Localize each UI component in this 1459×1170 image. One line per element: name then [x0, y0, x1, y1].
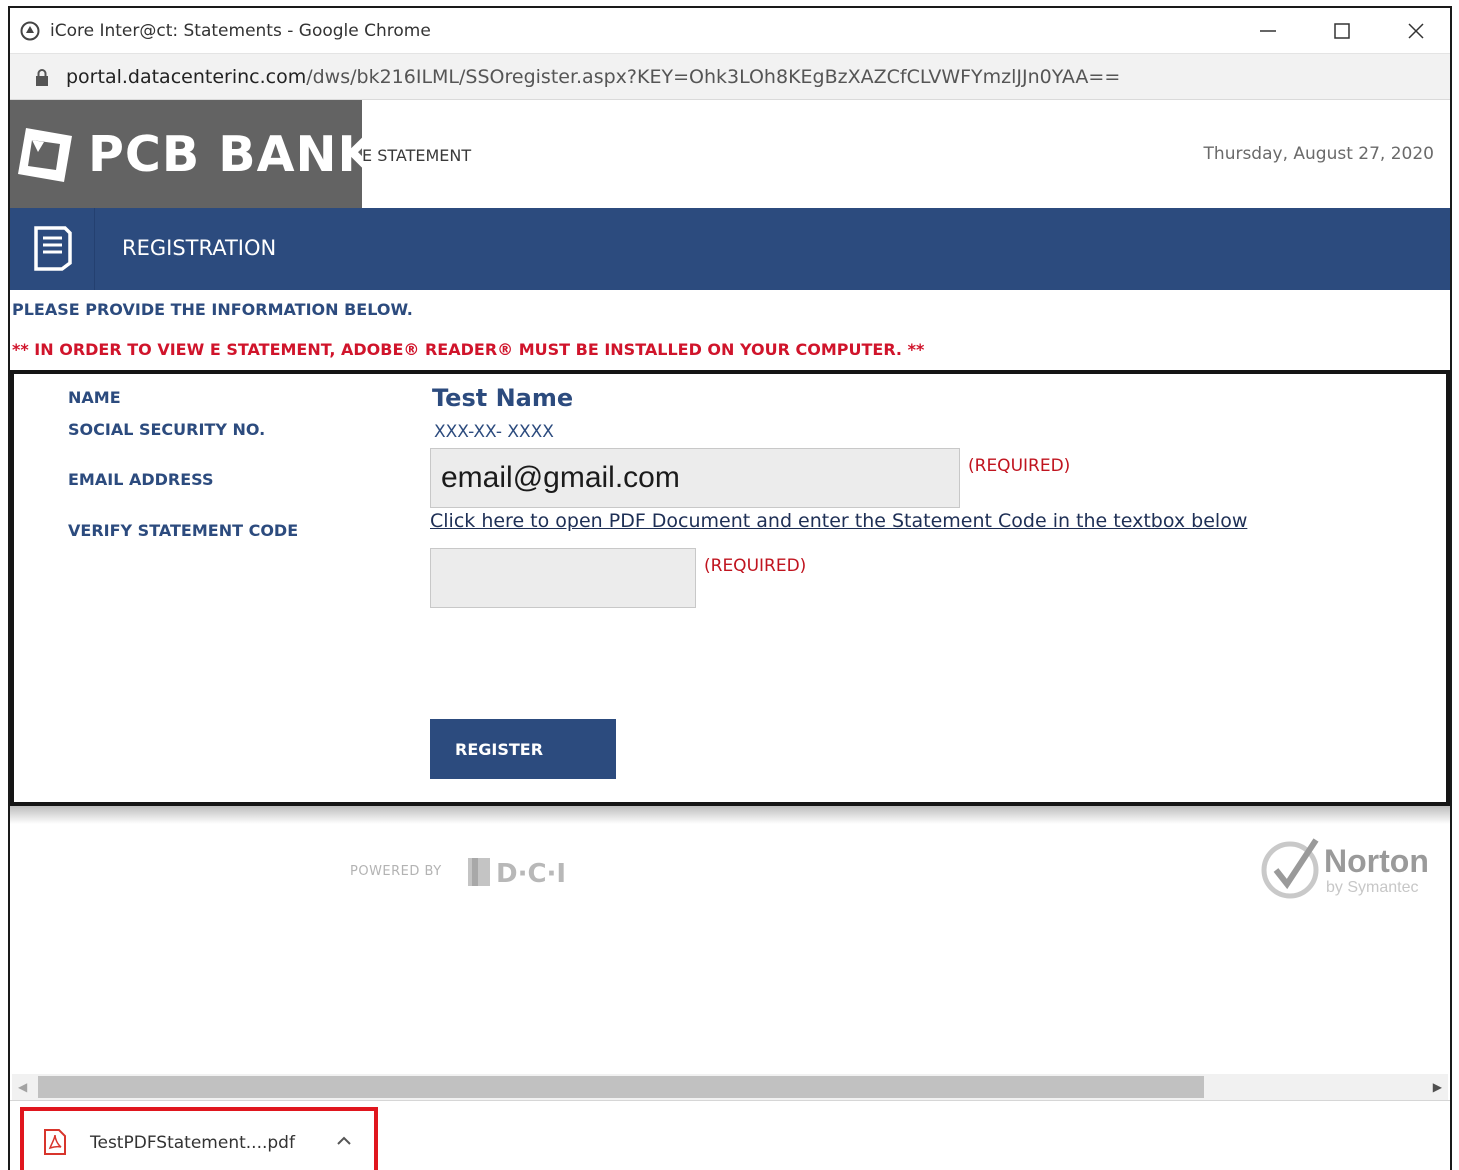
minimize-button[interactable]	[1248, 16, 1288, 46]
header-subtitle: E STATEMENT	[362, 146, 472, 165]
scroll-right-icon[interactable]: ▶	[1433, 1080, 1442, 1094]
email-input[interactable]	[430, 448, 960, 508]
powered-by-text: POWERED BY	[350, 864, 442, 879]
close-icon	[1408, 23, 1424, 39]
address-bar[interactable]: portal.datacenterinc.com/dws/bk216ILML/S…	[10, 54, 1450, 100]
site-favicon-icon	[20, 21, 40, 41]
email-label: EMAIL ADDRESS	[68, 470, 214, 489]
url-path: /dws/bk216ILML/SSOregister.aspx?KEY=Ohk3…	[306, 66, 1121, 88]
lock-icon	[36, 69, 48, 86]
horizontal-scrollbar[interactable]: ◀ ▶	[12, 1074, 1448, 1100]
header-date: Thursday, August 27, 2020	[1203, 144, 1434, 164]
panel-shadow	[10, 806, 1450, 824]
statement-code-label: VERIFY STATEMENT CODE	[68, 521, 299, 540]
norton-sub: by Symantec	[1326, 879, 1418, 896]
registration-form: NAME SOCIAL SECURITY NO. EMAIL ADDRESS V…	[10, 370, 1450, 806]
maximize-button[interactable]	[1322, 16, 1362, 46]
norton-name: Norton	[1324, 843, 1429, 879]
download-item[interactable]: TestPDFStatement....pdf	[20, 1107, 378, 1170]
minimize-icon	[1260, 30, 1276, 32]
document-list-icon	[34, 226, 72, 271]
pdf-file-icon	[44, 1129, 66, 1155]
info-text: PLEASE PROVIDE THE INFORMATION BELOW.	[12, 300, 413, 319]
code-required-label: (REQUIRED)	[704, 556, 807, 576]
close-button[interactable]	[1396, 16, 1436, 46]
download-shelf: TestPDFStatement....pdf	[10, 1100, 1450, 1170]
dci-logo-text: D·C·I	[496, 859, 566, 889]
ssn-label: SOCIAL SECURITY NO.	[68, 420, 266, 439]
register-button[interactable]: REGISTER	[430, 719, 616, 779]
url-host: portal.datacenterinc.com	[66, 66, 307, 88]
registration-icon-cell	[10, 208, 95, 290]
url-text[interactable]: portal.datacenterinc.com/dws/bk216ILML/S…	[66, 66, 1120, 88]
scroll-left-icon[interactable]: ◀	[18, 1080, 27, 1094]
name-label: NAME	[68, 388, 121, 407]
browser-window: iCore Inter@ct: Statements - Google Chro…	[8, 6, 1452, 1170]
dci-logo: D·C·I	[468, 858, 566, 889]
window-title: iCore Inter@ct: Statements - Google Chro…	[50, 21, 431, 41]
bank-logo-icon	[18, 128, 72, 182]
chevron-up-icon[interactable]	[334, 1131, 354, 1151]
scrollbar-thumb[interactable]	[38, 1076, 1204, 1098]
ssn-value: XXX-XX- XXXX	[434, 422, 554, 442]
name-value: Test Name	[432, 384, 574, 412]
adobe-warning-text: ** IN ORDER TO VIEW E STATEMENT, ADOBE® …	[12, 340, 925, 359]
statement-code-input[interactable]	[430, 548, 696, 608]
open-pdf-link[interactable]: Click here to open PDF Document and ente…	[430, 510, 1247, 532]
norton-logo[interactable]: Norton by Symantec	[1260, 832, 1436, 902]
bank-name: PCB BANK	[88, 126, 377, 183]
registration-bar: REGISTRATION	[10, 208, 1450, 290]
maximize-icon	[1334, 23, 1350, 39]
email-required-label: (REQUIRED)	[968, 456, 1071, 476]
bank-logo: PCB BANK	[10, 100, 376, 208]
download-filename[interactable]: TestPDFStatement....pdf	[90, 1133, 295, 1153]
page-header: PCB BANK E STATEMENT Thursday, August 27…	[10, 100, 1450, 208]
registration-title: REGISTRATION	[122, 236, 277, 260]
title-bar: iCore Inter@ct: Statements - Google Chro…	[10, 8, 1450, 54]
